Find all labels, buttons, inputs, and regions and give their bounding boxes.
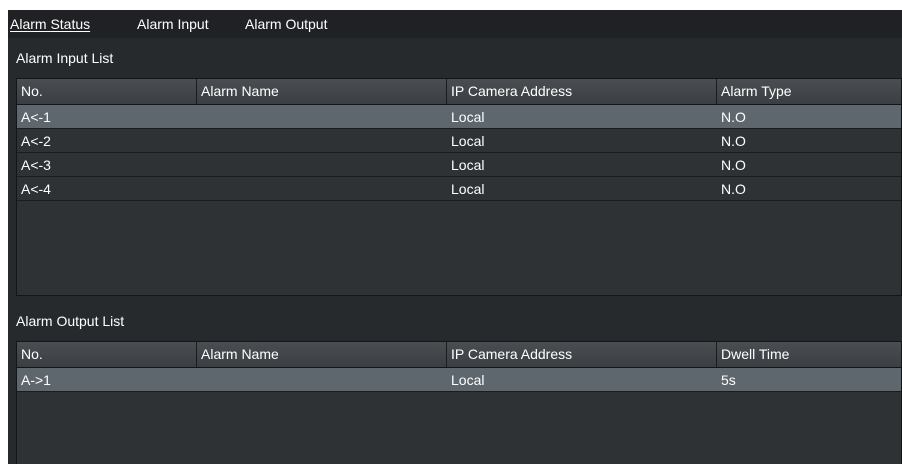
alarm-input-list-title: Alarm Input List [16, 50, 114, 66]
cell-ip-camera-address: Local [451, 372, 485, 388]
table-row[interactable]: A->1 Local 5s [17, 368, 901, 392]
column-header-alarm-type[interactable]: Alarm Type [717, 79, 901, 104]
alarm-output-list-title: Alarm Output List [16, 313, 125, 329]
table-row[interactable]: A<-3 Local N.O [17, 153, 901, 177]
cell-no: A<-2 [21, 133, 51, 149]
cell-ip-camera-address: Local [451, 181, 485, 197]
cell-ip-camera-address: Local [451, 109, 485, 125]
cell-alarm-name [197, 153, 447, 177]
cell-no: A<-3 [21, 157, 51, 173]
alarm-panel: Alarm Status Alarm Input Alarm Output Al… [8, 10, 902, 464]
column-header-no[interactable]: No. [17, 79, 197, 104]
tab-alarm-input[interactable]: Alarm Input [137, 16, 209, 32]
table-row[interactable]: A<-4 Local N.O [17, 177, 901, 201]
cell-ip-camera-address: Local [451, 157, 485, 173]
column-header-dwell-time[interactable]: Dwell Time [717, 342, 901, 367]
cell-alarm-type: N.O [721, 181, 746, 197]
cell-alarm-type: N.O [721, 109, 746, 125]
alarm-output-table: No. Alarm Name IP Camera Address Dwell T… [16, 341, 902, 464]
table-row[interactable]: A<-2 Local N.O [17, 129, 901, 153]
cell-alarm-type: N.O [721, 157, 746, 173]
column-header-ip-camera-address[interactable]: IP Camera Address [447, 342, 717, 367]
table-row[interactable]: A<-1 Local N.O [17, 105, 901, 129]
alarm-status-window: Alarm Status Alarm Input Alarm Output Al… [0, 0, 902, 464]
tab-bar: Alarm Status Alarm Input Alarm Output [8, 10, 902, 38]
alarm-input-table-header: No. Alarm Name IP Camera Address Alarm T… [17, 79, 901, 105]
cell-alarm-name [197, 129, 447, 153]
alarm-output-table-header: No. Alarm Name IP Camera Address Dwell T… [17, 342, 901, 368]
cell-dwell-time: 5s [721, 372, 736, 388]
tab-alarm-output[interactable]: Alarm Output [245, 16, 327, 32]
alarm-input-table: No. Alarm Name IP Camera Address Alarm T… [16, 78, 902, 296]
cell-no: A->1 [21, 372, 51, 388]
cell-alarm-name [197, 105, 447, 129]
tab-alarm-status[interactable]: Alarm Status [10, 16, 90, 32]
cell-ip-camera-address: Local [451, 133, 485, 149]
column-header-alarm-name[interactable]: Alarm Name [197, 79, 447, 104]
cell-alarm-name [197, 177, 447, 201]
cell-no: A<-1 [21, 109, 51, 125]
cell-no: A<-4 [21, 181, 51, 197]
cell-alarm-type: N.O [721, 133, 746, 149]
column-header-no[interactable]: No. [17, 342, 197, 367]
column-header-ip-camera-address[interactable]: IP Camera Address [447, 79, 717, 104]
column-header-alarm-name[interactable]: Alarm Name [197, 342, 447, 367]
cell-alarm-name [197, 368, 447, 392]
